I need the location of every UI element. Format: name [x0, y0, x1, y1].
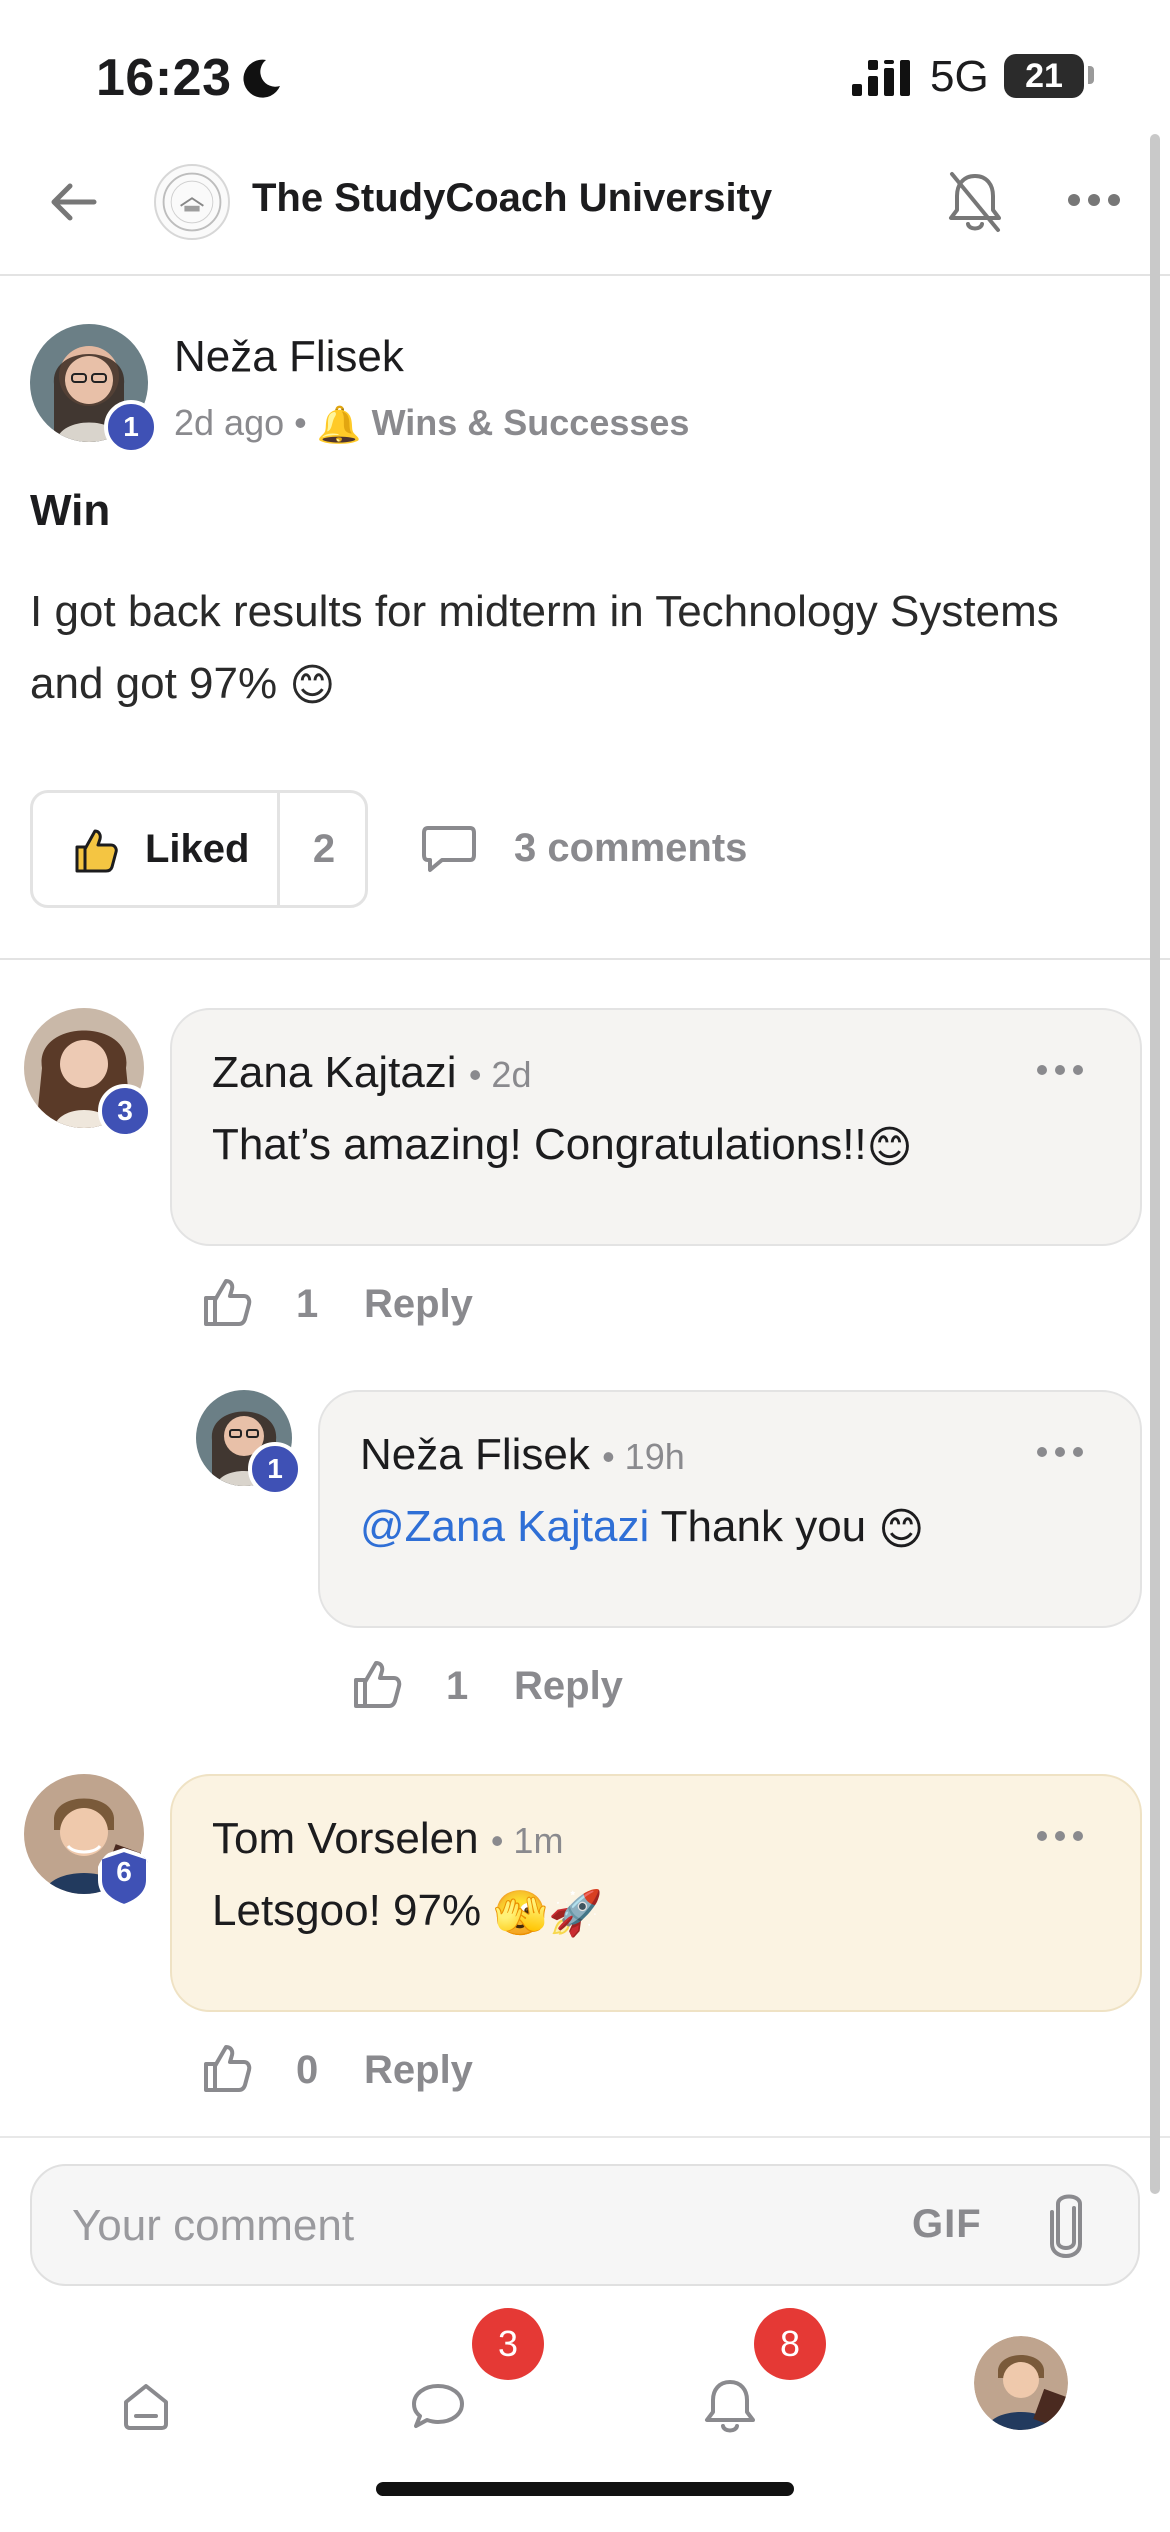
liked-label: Liked	[145, 827, 250, 871]
comment-body: That’s amazing! Congratulations!!😊	[212, 1120, 913, 1173]
group-logo[interactable]	[154, 164, 230, 240]
comments-count-label: 3 comments	[514, 826, 748, 870]
comment-text: Letsgoo! 97%	[212, 1886, 494, 1935]
post: 1 Neža Flisek 2d ago • 🔔 Wins & Successe…	[0, 276, 1170, 960]
signal-icon	[852, 60, 910, 96]
reply-button[interactable]: Reply	[364, 1282, 473, 1327]
comment-body: @Zana Kajtazi Thank you 😊	[360, 1502, 924, 1555]
smile-emoji: 😊	[866, 1122, 913, 1172]
reply-button[interactable]: Reply	[514, 1664, 623, 1709]
comment-like-count: 0	[296, 2048, 319, 2092]
chat-icon	[412, 2384, 464, 2428]
user-mention[interactable]: @Zana Kajtazi	[360, 1502, 649, 1551]
comment-header: Zana Kajtazi • 2d	[212, 1048, 531, 1098]
thumbs-up-icon[interactable]	[350, 1658, 404, 1712]
bell-icon	[705, 2380, 755, 2433]
comment-more-icon[interactable]	[1034, 1060, 1086, 1080]
like-group: Liked 2	[30, 790, 368, 908]
composer-field: GIF	[30, 2164, 1140, 2286]
chat-badge: 3	[472, 2308, 544, 2380]
more-options-icon[interactable]	[1064, 180, 1124, 220]
comment-text: That’s amazing! Congratulations!!	[212, 1120, 867, 1169]
liked-button[interactable]: Liked	[33, 793, 277, 905]
comment-header: Tom Vorselen • 1m	[212, 1814, 563, 1864]
comment-time: • 19h	[602, 1436, 685, 1477]
comment-actions: 1 Reply	[200, 1272, 520, 1336]
header: The StudyCoach University	[0, 140, 1170, 276]
thumbs-up-filled-icon	[75, 829, 118, 873]
level-badge: 1	[104, 400, 158, 454]
group-title[interactable]: The StudyCoach University	[252, 176, 772, 221]
comment-bubble-icon	[422, 826, 476, 872]
comment-like-count: 1	[296, 1282, 319, 1326]
home-indicator	[376, 2482, 794, 2496]
battery-icon: 21	[1004, 54, 1084, 98]
category-bell-emoji: 🔔	[316, 404, 362, 446]
comment-body: Letsgoo! 97% 🫣🚀	[212, 1886, 603, 1939]
level-number: 6	[116, 1856, 132, 1887]
comment-bubble-highlighted: Tom Vorselen • 1m Letsgoo! 97% 🫣🚀	[170, 1774, 1142, 2012]
level-badge: 3	[98, 1084, 152, 1138]
post-time: 2d ago	[174, 402, 285, 443]
smile-emoji: 😊	[289, 661, 336, 711]
comment-bubble: Zana Kajtazi • 2d That’s amazing! Congra…	[170, 1008, 1142, 1246]
comment-author[interactable]: Neža Flisek	[360, 1430, 590, 1479]
comment-time: • 1m	[490, 1820, 564, 1861]
post-category[interactable]: Wins & Successes	[372, 402, 690, 443]
thumbs-up-icon[interactable]	[200, 1276, 254, 1330]
comment-like-count: 1	[446, 1664, 469, 1708]
profile-avatar[interactable]	[974, 2336, 1068, 2430]
bell-off-icon[interactable]	[944, 168, 1006, 236]
network-label: 5G	[930, 52, 989, 101]
peek-rocket-emoji: 🫣🚀	[493, 1889, 603, 1939]
status-bar: 16:23 5G 21	[0, 0, 1170, 140]
bottom-nav: 3 8	[0, 2306, 1170, 2532]
moon-icon	[243, 59, 280, 98]
scrollbar[interactable]	[1150, 134, 1160, 2194]
battery-tip	[1088, 66, 1094, 84]
post-body: I got back results for midterm in Techno…	[30, 576, 1130, 722]
level-badge: 1	[248, 1442, 302, 1496]
comment-actions: 0 Reply	[200, 2038, 520, 2102]
paperclip-icon[interactable]	[1044, 2190, 1088, 2264]
gif-button[interactable]: GIF	[912, 2202, 982, 2247]
comment-bubble: Neža Flisek • 19h @Zana Kajtazi Thank yo…	[318, 1390, 1142, 1628]
home-icon	[124, 2384, 168, 2430]
post-body-text: I got back results for midterm in Techno…	[30, 587, 1059, 708]
post-title: Win	[30, 486, 111, 535]
comment-time: • 2d	[468, 1054, 532, 1095]
comment-actions: 1 Reply	[350, 1654, 670, 1718]
comment-author[interactable]: Zana Kajtazi	[212, 1048, 457, 1097]
thumbs-up-icon[interactable]	[200, 2042, 254, 2096]
comment-author[interactable]: Tom Vorselen	[212, 1814, 479, 1863]
comment-more-icon[interactable]	[1034, 1442, 1086, 1462]
comment-header: Neža Flisek • 19h	[360, 1430, 685, 1480]
post-author[interactable]: Neža Flisek	[174, 332, 404, 382]
comment-composer: GIF	[0, 2136, 1170, 2306]
comment-input[interactable]	[72, 2196, 852, 2256]
like-count[interactable]: 2	[280, 793, 368, 905]
reply-button[interactable]: Reply	[364, 2048, 473, 2093]
meta-separator: •	[294, 402, 307, 443]
smile-emoji: 😊	[878, 1504, 925, 1554]
status-time: 16:23	[96, 49, 232, 107]
back-arrow-icon[interactable]	[44, 172, 104, 232]
comment-text: Thank you	[649, 1502, 879, 1551]
comment-more-icon[interactable]	[1034, 1826, 1086, 1846]
post-meta: 2d ago • 🔔 Wins & Successes	[174, 402, 689, 446]
nav-home[interactable]	[86, 2346, 206, 2466]
notifications-badge: 8	[754, 2308, 826, 2380]
